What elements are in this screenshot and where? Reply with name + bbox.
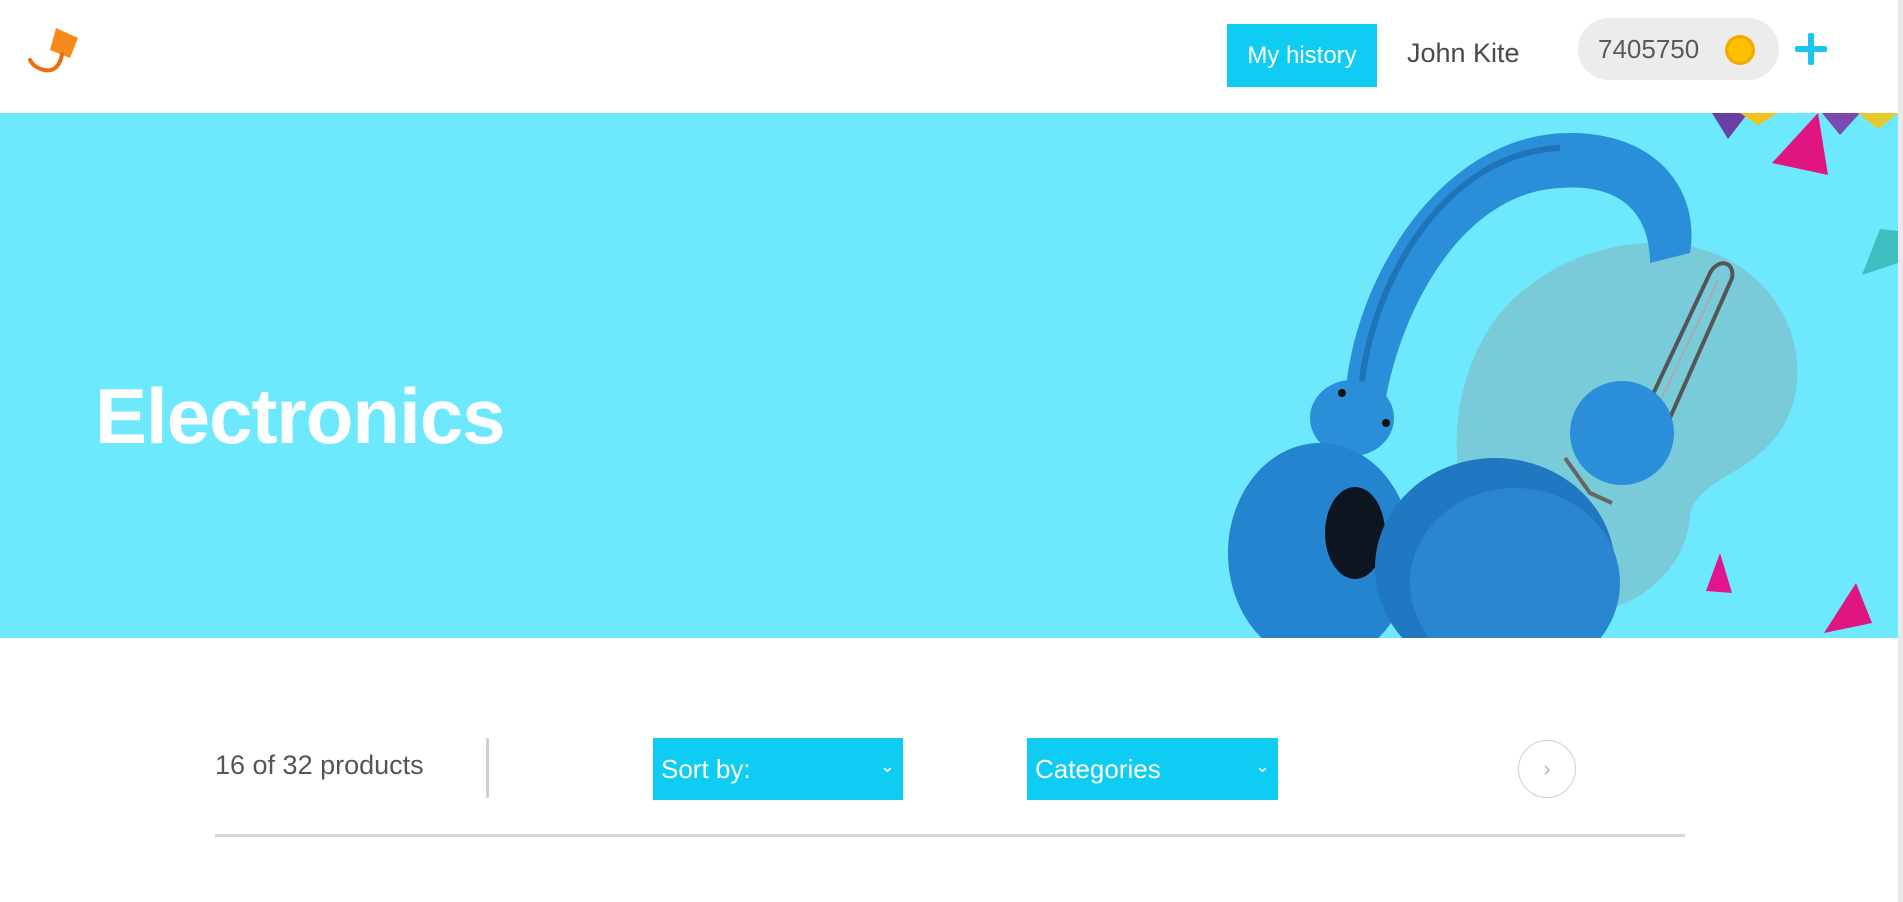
my-history-button[interactable]: My history xyxy=(1227,24,1377,87)
balance-value: 7405750 xyxy=(1598,33,1700,64)
chevron-down-icon: ⌄ xyxy=(879,756,895,776)
category-banner: Electronics xyxy=(0,113,1898,638)
categories-dropdown[interactable]: Categories ⌄ xyxy=(1027,738,1278,800)
chevron-down-icon: ⌄ xyxy=(1254,756,1270,776)
sort-by-dropdown[interactable]: Sort by: ⌄ xyxy=(653,738,903,800)
add-funds-plus-icon[interactable] xyxy=(1791,27,1831,71)
sort-by-label: Sort by: xyxy=(661,753,751,784)
scrollbar[interactable] xyxy=(1898,0,1903,902)
product-count: 16 of 32 products xyxy=(215,750,424,780)
paint-brush-logo-icon[interactable] xyxy=(26,24,82,76)
toolbar-separator xyxy=(215,834,1685,837)
coin-icon xyxy=(1725,35,1755,65)
chevron-right-icon: › xyxy=(1543,756,1551,781)
user-name[interactable]: John Kite xyxy=(1407,33,1520,73)
categories-label: Categories xyxy=(1035,753,1161,784)
top-header: My history John Kite 7405750 xyxy=(0,0,1903,113)
balance-pill: 7405750 xyxy=(1578,18,1779,80)
page-title: Electronics xyxy=(95,372,506,460)
next-page-button[interactable]: › xyxy=(1518,740,1576,798)
divider xyxy=(486,738,489,798)
